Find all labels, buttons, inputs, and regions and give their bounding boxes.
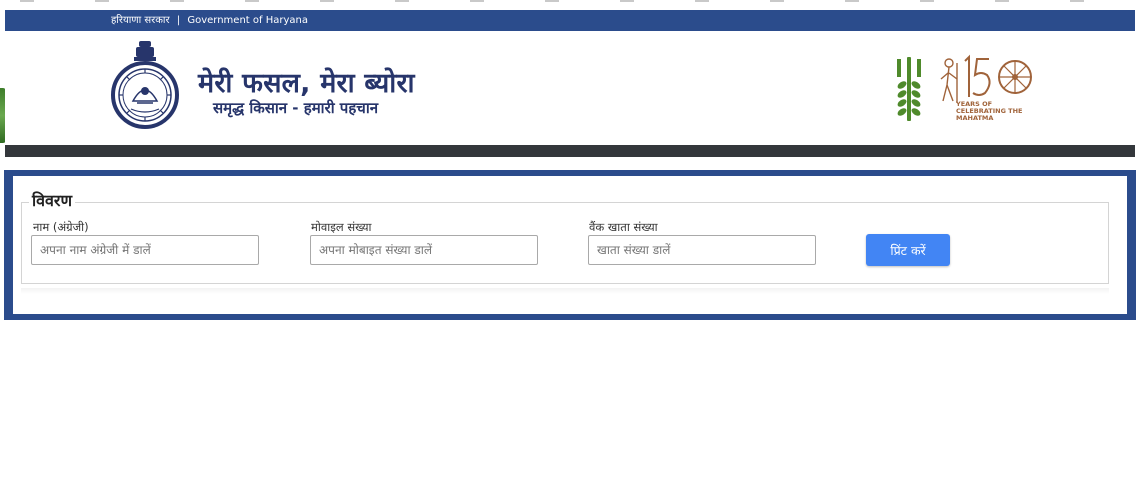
bank-account-label: वैंक खाता संख्या bbox=[589, 220, 658, 234]
mobile-label: मोवाइल संख्या bbox=[311, 220, 372, 234]
fieldset-legend: विवरण bbox=[29, 189, 76, 211]
name-english-input[interactable] bbox=[31, 235, 259, 265]
site-header: मेरी फसल, मेरा ब्योरा समृद्ध किसान - हमा… bbox=[5, 31, 1135, 145]
form-panel: विवरण नाम (अंग्रेजी) मोवाइल संख्या वैंक … bbox=[4, 170, 1136, 320]
gov-name-hindi: हरियाणा सरकार bbox=[111, 15, 170, 26]
gov-name-english: Government of Haryana bbox=[187, 15, 308, 26]
name-label: नाम (अंग्रेजी) bbox=[33, 220, 89, 234]
bank-account-input[interactable] bbox=[588, 235, 816, 265]
haryana-emblem-icon bbox=[111, 41, 179, 129]
government-bar: हरियाणा सरकार | Government of Haryana bbox=[5, 10, 1135, 31]
gov-separator: | bbox=[176, 15, 181, 26]
top-crop-strip bbox=[0, 0, 1140, 4]
fieldset-bottom-shade bbox=[21, 288, 1109, 294]
site-title: मेरी फसल, मेरा ब्योरा bbox=[198, 68, 415, 99]
print-button[interactable]: प्रिंट करें bbox=[866, 234, 950, 266]
mobile-number-input[interactable] bbox=[310, 235, 538, 265]
gandhi-logo-text: YEARS OF CELEBRATING THE MAHATMA bbox=[956, 100, 1023, 122]
site-tagline: समृद्ध किसान - हमारी पहचान bbox=[213, 99, 379, 117]
wheat-logo-icon bbox=[897, 57, 921, 121]
form-panel-body: विवरण नाम (अंग्रेजी) मोवाइल संख्या वैंक … bbox=[13, 176, 1127, 314]
header-divider-bar bbox=[5, 145, 1135, 157]
